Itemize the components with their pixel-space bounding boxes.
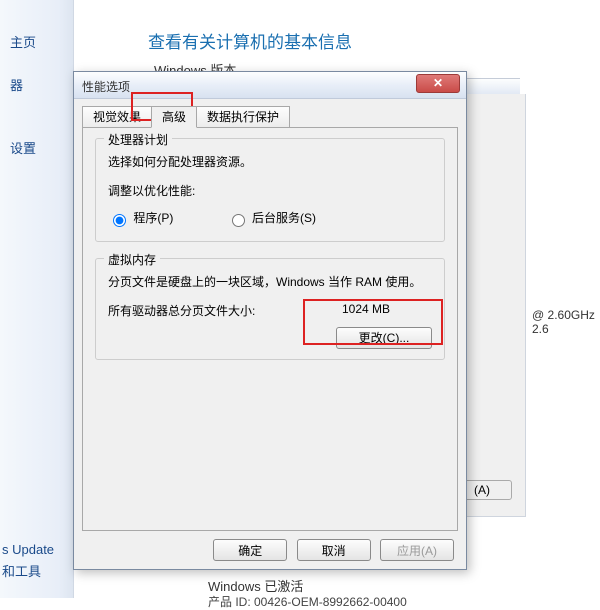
vm-total-label: 所有驱动器总分页文件大小:	[108, 302, 342, 319]
sidebar-item[interactable]: 设置	[0, 132, 73, 163]
tab-content-advanced: 处理器计划 选择如何分配处理器资源。 调整以优化性能: 程序(P) 后台服务(S…	[82, 127, 458, 531]
group-legend: 虚拟内存	[104, 251, 160, 268]
vm-description: 分页文件是硬盘上的一块区域，Windows 当作 RAM 使用。	[108, 273, 432, 290]
dialog-title: 性能选项	[82, 78, 130, 95]
radio-programs[interactable]: 程序(P)	[108, 209, 173, 227]
group-legend: 处理器计划	[104, 131, 172, 148]
adjust-label: 调整以优化性能:	[108, 182, 432, 199]
sidebar-bottom-links: s Update 和工具	[0, 540, 74, 582]
processor-scheduling-group: 处理器计划 选择如何分配处理器资源。 调整以优化性能: 程序(P) 后台服务(S…	[95, 138, 445, 242]
change-button[interactable]: 更改(C)...	[336, 327, 432, 349]
close-button[interactable]: ✕	[416, 74, 460, 93]
radio-background-services[interactable]: 后台服务(S)	[227, 209, 316, 227]
tab-advanced[interactable]: 高级	[151, 106, 197, 128]
group-description: 选择如何分配处理器资源。	[108, 153, 432, 170]
radio-background-label: 后台服务(S)	[252, 211, 316, 225]
dialog-titlebar[interactable]: 性能选项 ✕	[74, 72, 466, 99]
radio-programs-input[interactable]	[113, 214, 126, 227]
ok-button[interactable]: 确定	[213, 539, 287, 561]
performance-options-dialog: 性能选项 ✕ 视觉效果 高级 数据执行保护 处理器计划 选择如何分配处理器资源。…	[73, 71, 467, 570]
tab-bar: 视觉效果 高级 数据执行保护	[82, 106, 458, 128]
radio-programs-label: 程序(P)	[133, 211, 173, 225]
cancel-button[interactable]: 取消	[297, 539, 371, 561]
page-heading: 查看有关计算机的基本信息	[148, 28, 352, 53]
cpu-info-text: @ 2.60GHz 2.6	[532, 308, 600, 336]
vm-total-value: 1024 MB	[342, 302, 432, 319]
close-icon: ✕	[433, 76, 443, 90]
radio-background-input[interactable]	[232, 214, 245, 227]
sidebar-item[interactable]: 器	[0, 69, 73, 100]
apply-button[interactable]: 应用(A)	[380, 539, 454, 561]
tab-dep[interactable]: 数据执行保护	[196, 106, 290, 128]
virtual-memory-group: 虚拟内存 分页文件是硬盘上的一块区域，Windows 当作 RAM 使用。 所有…	[95, 258, 445, 360]
sidebar-link[interactable]: 和工具	[0, 559, 74, 582]
dialog-button-row: 确定 取消 应用(A)	[74, 539, 466, 561]
control-panel-sidebar: 主页 器 设置	[0, 0, 74, 598]
product-id: 产品 ID: 00426-OEM-8992662-00400	[208, 593, 407, 610]
background-dialog-body	[466, 94, 526, 517]
tab-visual-effects[interactable]: 视觉效果	[82, 106, 152, 128]
sidebar-link[interactable]: s Update	[0, 540, 74, 559]
sidebar-item[interactable]: 主页	[0, 26, 73, 57]
